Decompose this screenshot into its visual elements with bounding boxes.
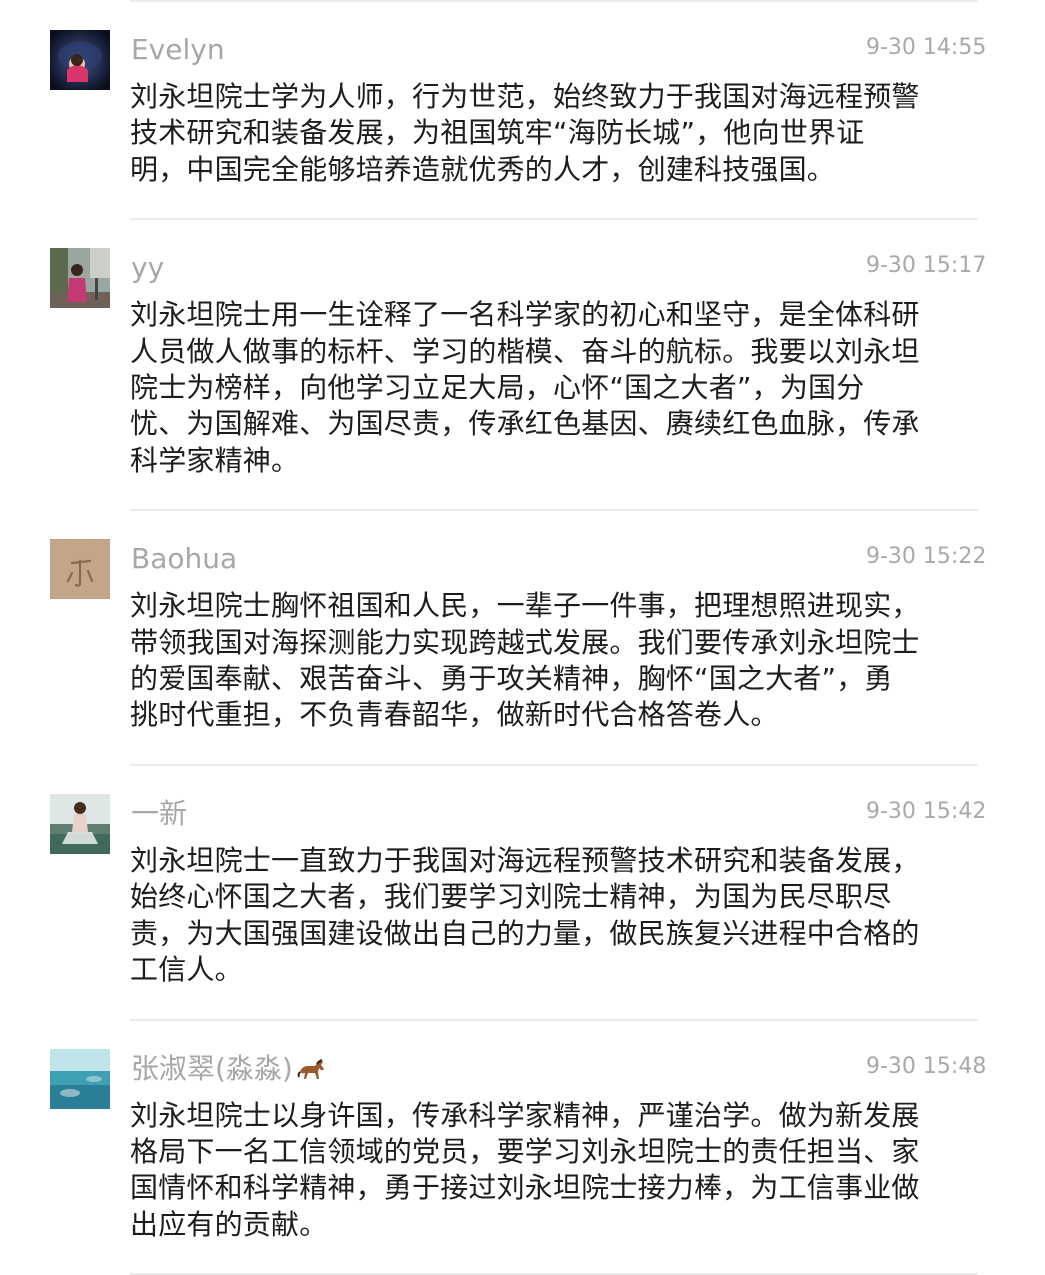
commenter-name[interactable]: Baohua	[131, 539, 237, 579]
comment-list: Evelyn 9-30 14:55 刘永坦院士学为人师，行为世范，始终致力于我国…	[0, 2, 1045, 1275]
comment-time: 9-30 14:55	[866, 32, 978, 64]
comment-item: Baohua 9-30 15:22 刘永坦院士胸怀祖国和人民，一辈子一件事，把理…	[0, 511, 1045, 766]
comment-item: yy 9-30 15:17 刘永坦院士用一生诠释了一名科学家的初心和坚守，是全体…	[0, 220, 1045, 511]
avatar[interactable]	[50, 1049, 110, 1109]
avatar[interactable]	[50, 248, 110, 308]
commenter-name[interactable]: yy	[131, 248, 164, 288]
commenter-name[interactable]: Evelyn	[131, 30, 225, 70]
comment-item: Evelyn 9-30 14:55 刘永坦院士学为人师，行为世范，始终致力于我国…	[0, 2, 1045, 220]
comment-text: 刘永坦院士用一生诠释了一名科学家的初心和坚守，是全体科研人员做人做事的标杆、学习…	[130, 297, 920, 479]
commenter-name[interactable]: 张淑翠(淼淼)	[131, 1049, 327, 1093]
avatar[interactable]	[50, 539, 110, 599]
commenter-name-text: 张淑翠(淼淼)	[131, 1052, 293, 1085]
comment-text: 刘永坦院士一直致力于我国对海远程预警技术研究和装备发展，始终心怀国之大者，我们要…	[130, 843, 920, 989]
comment-time: 9-30 15:48	[866, 1051, 978, 1083]
comment-text: 刘永坦院士学为人师，行为世范，始终致力于我国对海远程预警技术研究和装备发展，为祖…	[130, 79, 920, 188]
avatar[interactable]	[50, 30, 110, 90]
avatar[interactable]	[50, 794, 110, 854]
comment-text: 刘永坦院士胸怀祖国和人民，一辈子一件事，把理想照进现实，带领我国对海探测能力实现…	[130, 588, 920, 734]
comment-text: 刘永坦院士以身许国，传承科学家精神，严谨治学。做为新发展格局下一名工信领域的党员…	[130, 1098, 920, 1244]
commenter-name[interactable]: 一新	[131, 794, 187, 834]
comment-item: 一新 9-30 15:42 刘永坦院士一直致力于我国对海远程预警技术研究和装备发…	[0, 766, 1045, 1021]
horse-icon	[297, 1053, 327, 1093]
comment-time: 9-30 15:42	[866, 796, 978, 828]
comment-item: 张淑翠(淼淼) 9-30 15:48 刘永坦院士以身许国，传承科学家精神，严谨治…	[0, 1021, 1045, 1275]
comment-time: 9-30 15:22	[866, 541, 978, 573]
comment-time: 9-30 15:17	[866, 250, 978, 282]
